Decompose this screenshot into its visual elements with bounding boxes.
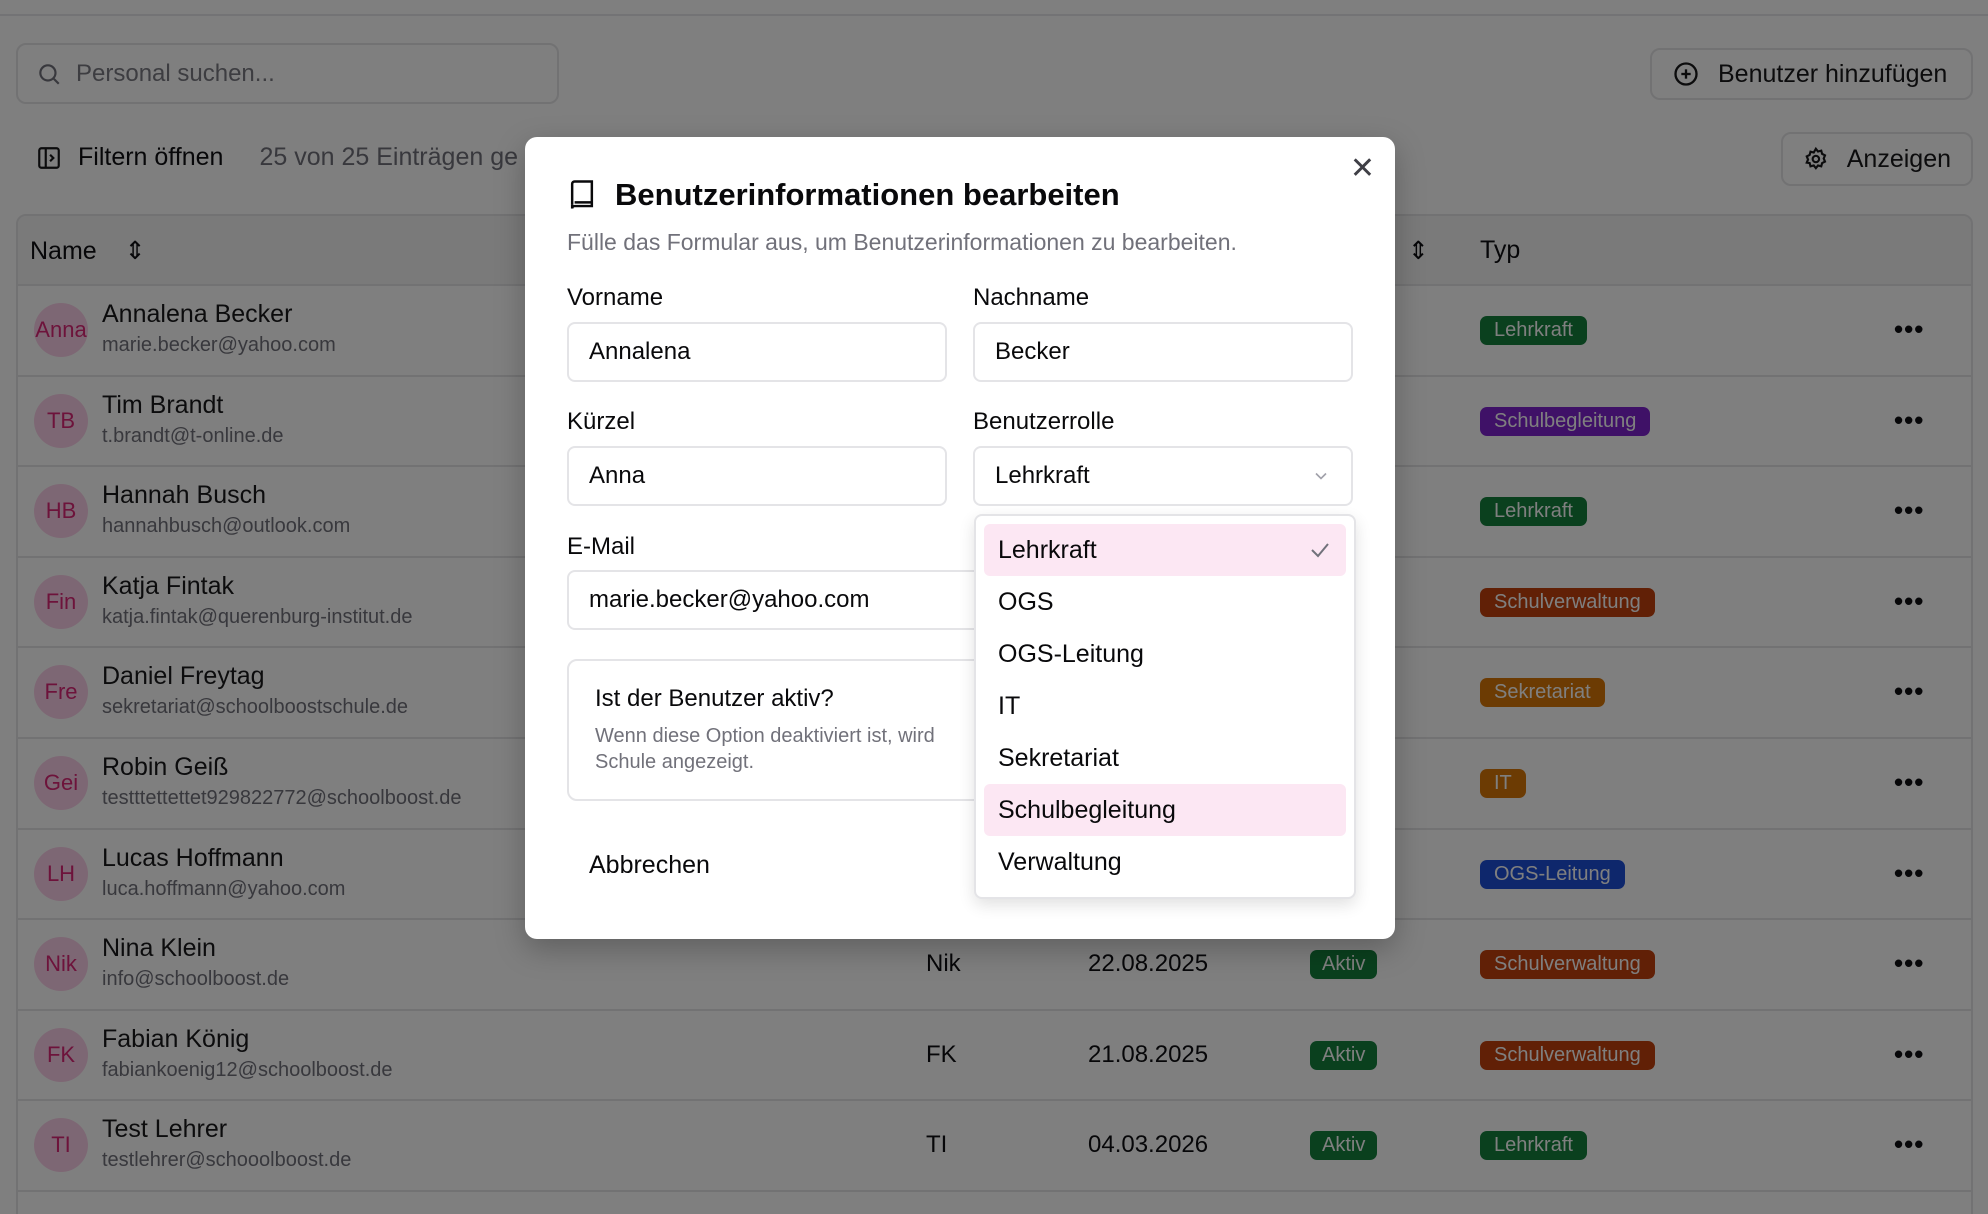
role-label: Benutzerrolle [973,408,1115,435]
chevron-down-icon [1315,472,1327,480]
cancel-button[interactable]: Abbrechen [589,851,710,880]
role-option-label: IT [998,691,1021,720]
short-label: Kürzel [567,408,636,435]
first-name-input[interactable]: Annalena [567,322,947,382]
role-option[interactable]: Lehrkraft [984,524,1346,576]
close-icon[interactable]: ✕ [1350,151,1375,186]
role-option[interactable]: Schulbegleitung [984,784,1346,836]
dialog-title-text: Benutzerinformationen bearbeiten [615,177,1120,212]
role-option[interactable]: OGS [984,576,1346,628]
active-title: Ist der Benutzer aktiv? [595,685,834,712]
role-option[interactable]: OGS-Leitung [984,628,1346,680]
role-options-list: Lehrkraft OGS OGS-Leitung IT Sekretariat Schu… [984,524,1346,888]
check-icon [1311,543,1329,558]
role-option-label: Schulbegleitung [998,795,1176,824]
first-name-label: Vorname [567,284,664,311]
role-select-value: Lehrkraft [995,462,1090,489]
role-option-label: Lehrkraft [998,535,1097,564]
email-label: E-Mail [567,533,636,560]
short-input[interactable]: Anna [567,446,947,506]
book-icon [570,180,594,209]
active-toggle-card[interactable]: Ist der Benutzer aktiv? Wenn diese Optio… [567,659,987,801]
role-dropdown: Lehrkraft OGS OGS-Leitung IT Sekretariat Schu… [974,514,1356,899]
role-option[interactable]: Sekretariat [984,732,1346,784]
role-option[interactable]: Verwaltung [984,836,1346,888]
role-option-label: OGS [998,587,1054,616]
role-option-label: OGS-Leitung [998,639,1144,668]
last-name-input[interactable]: Becker [973,322,1353,382]
dialog-title: Benutzerinformationen bearbeiten [567,177,1120,213]
role-option-label: Sekretariat [998,743,1119,772]
role-select[interactable]: Lehrkraft [973,446,1353,506]
dialog-subtitle: Fülle das Formular aus, um Benutzerinfor… [567,229,1237,255]
last-name-label: Nachname [973,284,1090,311]
role-option[interactable]: IT [984,680,1346,732]
active-description: Wenn diese Option deaktiviert ist, wird … [595,725,935,773]
email-input[interactable]: marie.becker@yahoo.com [567,570,987,630]
role-option-label: Verwaltung [998,847,1122,876]
